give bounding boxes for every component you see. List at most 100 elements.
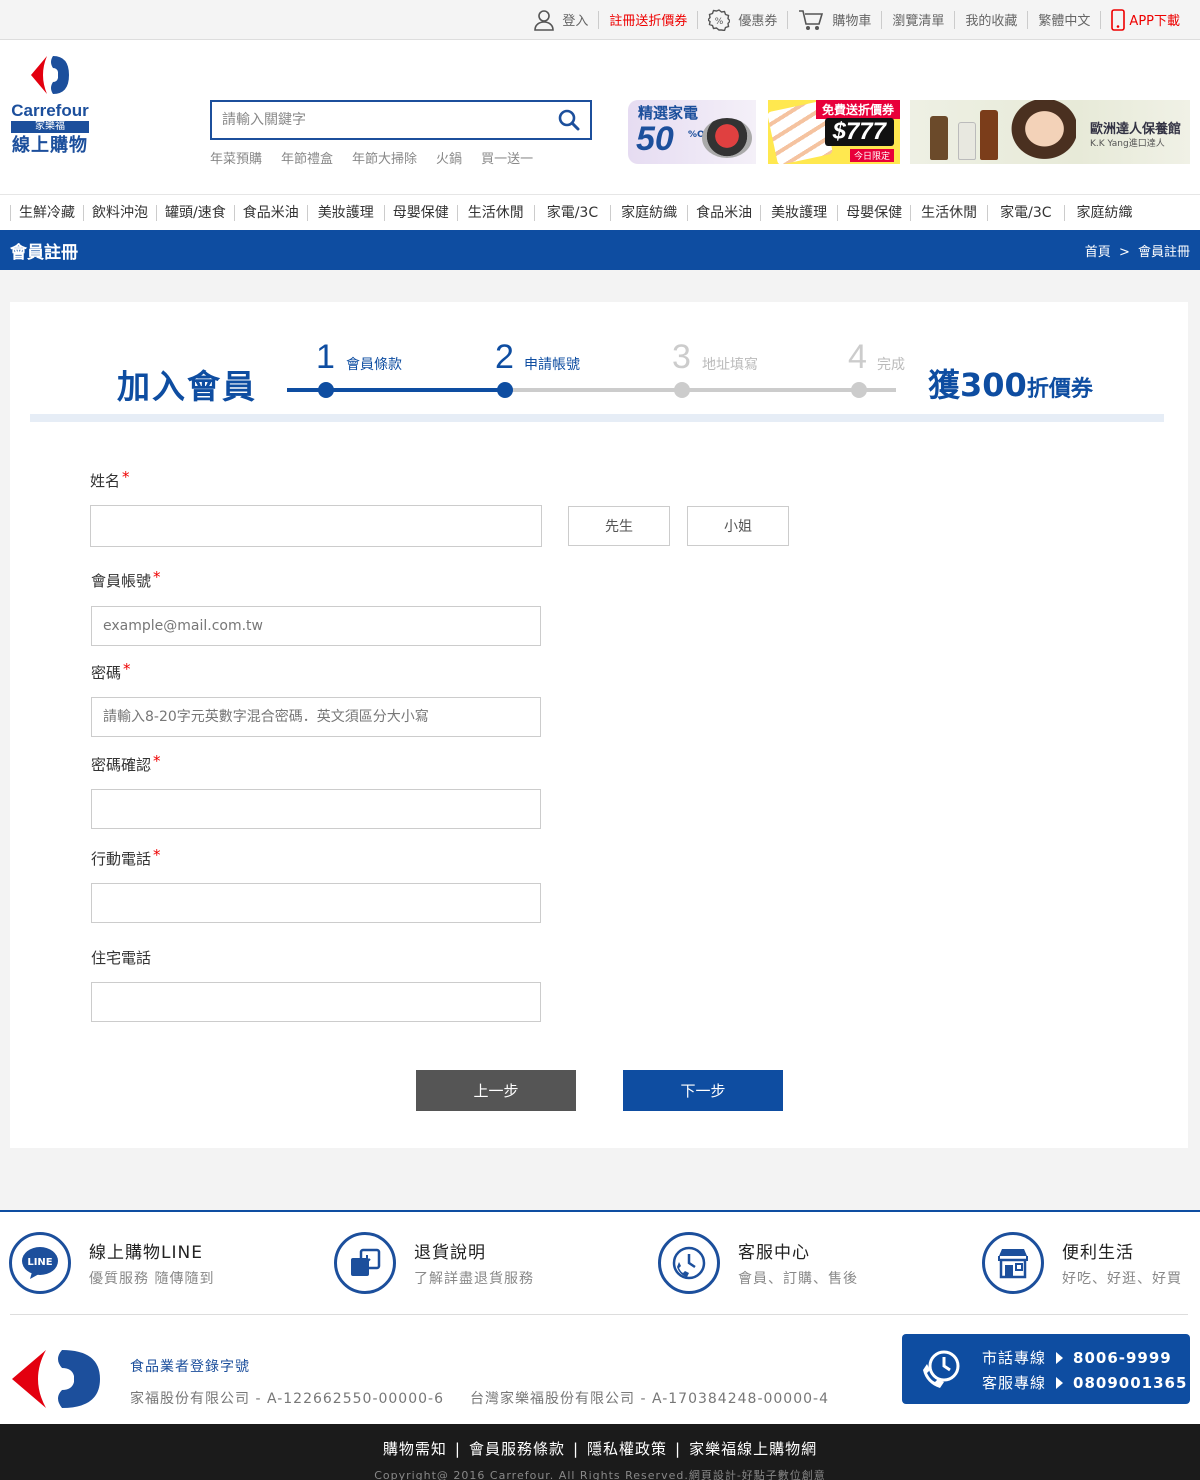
- confirm-password-input[interactable]: [91, 789, 541, 829]
- home-phone-input[interactable]: [91, 982, 541, 1022]
- step-dot-4: [851, 382, 867, 398]
- hot-keyword[interactable]: 火鍋: [436, 148, 462, 167]
- banner-title: 歐洲達人保養館: [1090, 122, 1182, 137]
- service-title: 客服中心: [738, 1243, 810, 1263]
- link-separator: |: [572, 1440, 580, 1458]
- coupons-link[interactable]: % 優惠券: [698, 8, 789, 31]
- banner-subtitle: K.K Yang進口達人: [1090, 139, 1165, 149]
- service-title: 便利生活: [1062, 1243, 1134, 1263]
- breadcrumb-home[interactable]: 首頁: [1085, 245, 1111, 260]
- service-return[interactable]: 退貨說明 了解詳盡退貨服務: [334, 1232, 534, 1294]
- history-link[interactable]: 瀏覽清單: [882, 10, 956, 29]
- mobile-phone-input[interactable]: [91, 883, 541, 923]
- page-title-bar: 會員註冊 首頁 > 會員註冊: [0, 230, 1200, 270]
- carrefour-logo[interactable]: Carrefour 家樂福 線上購物: [10, 54, 90, 157]
- category-item[interactable]: 食品米油: [687, 204, 760, 221]
- footer-link[interactable]: 購物需知: [383, 1440, 447, 1458]
- search-input[interactable]: [212, 102, 548, 138]
- logo-chinese-name: 家樂福: [11, 121, 89, 133]
- account-email-input[interactable]: [91, 606, 541, 646]
- appliance-sale-banner[interactable]: 精選家電 50 %OFF: [628, 100, 756, 164]
- category-item[interactable]: 生鮮冷藏: [10, 204, 83, 221]
- hot-keyword[interactable]: 年節禮盒: [281, 148, 333, 167]
- banner-discount: 50: [636, 120, 674, 158]
- step-progress: 加入會員 1 會員條款 2 申請帳號 3 地址填寫 4 完成 獲300折價券: [20, 302, 1164, 422]
- logo-tagline: 線上購物: [12, 135, 88, 156]
- password-input[interactable]: [91, 697, 541, 737]
- previous-step-button[interactable]: 上一步: [416, 1070, 576, 1111]
- footer-bottom-bar: 購物需知 | 會員服務條款 | 隱私權政策 | 家樂福線上購物網 Copyright@ 20…: [0, 1424, 1200, 1480]
- phone-clock-icon: [920, 1348, 962, 1394]
- gender-ms-button[interactable]: 小姐: [687, 506, 789, 546]
- category-item[interactable]: 家庭紡織: [1063, 204, 1145, 221]
- cart-icon: [798, 9, 824, 31]
- language-link[interactable]: 繁體中文: [1028, 10, 1102, 29]
- site-header: Carrefour 家樂福 線上購物 年菜預購 年節禮盒 年節大掃除 火鍋 買一…: [0, 40, 1200, 194]
- gender-mr-button[interactable]: 先生: [568, 506, 670, 546]
- category-item[interactable]: 家庭紡織: [610, 204, 687, 221]
- top-utility-bar: 登入 註冊送折價券 % 優惠券 購物車 瀏覽清單 我的收藏 繁體中文 APP下載: [0, 0, 1200, 40]
- mobile-label: 行動電話 *: [91, 846, 161, 869]
- coupon-promo-banner[interactable]: 免費送折價券 $777 今日限定: [768, 100, 900, 164]
- hot-keyword[interactable]: 年菜預購: [210, 148, 262, 167]
- category-item[interactable]: 生活休閒: [910, 204, 987, 221]
- required-mark: *: [153, 846, 161, 864]
- user-icon: [534, 9, 555, 31]
- license-line: 家福股份有限公司 - A-122662550-00000-6: [130, 1391, 444, 1407]
- license-line: 台灣家樂福股份有限公司 - A-170384248-00000-4: [470, 1391, 829, 1407]
- category-item[interactable]: 母嬰保健: [383, 204, 457, 221]
- service-subtitle: 會員、訂購、售後: [738, 1271, 858, 1287]
- hotline-box: 市話專線 8006-9999 客服專線 0809001365: [902, 1334, 1190, 1404]
- step-dot-1: [318, 382, 334, 398]
- footer-carrefour-logo[interactable]: [10, 1348, 102, 1414]
- hotline-number[interactable]: 8006-9999: [1073, 1349, 1172, 1367]
- caret-right-icon: [1056, 1351, 1064, 1364]
- hot-keyword[interactable]: 買一送一: [481, 148, 533, 167]
- favorites-link[interactable]: 我的收藏: [955, 10, 1029, 29]
- required-mark: *: [122, 468, 130, 486]
- name-input[interactable]: [90, 505, 542, 547]
- next-step-button[interactable]: 下一步: [623, 1070, 783, 1111]
- hotline-number[interactable]: 0809001365: [1073, 1374, 1187, 1392]
- step-dot-3: [674, 382, 690, 398]
- hotline-service: 客服專線 0809001365: [982, 1372, 1187, 1393]
- reward-unit: 折價券: [1026, 377, 1093, 402]
- app-download-link[interactable]: APP下載: [1101, 8, 1190, 31]
- food-license-info: 食品業者登錄字號 家福股份有限公司 - A-122662550-00000-6 台…: [130, 1356, 855, 1408]
- breadcrumb: 首頁 > 會員註冊: [1085, 241, 1190, 260]
- category-item[interactable]: 生活休閒: [456, 204, 534, 221]
- pan-image: [702, 118, 752, 158]
- service-convenience[interactable]: 便利生活 好吃、好逛、好買: [982, 1232, 1182, 1294]
- category-nav: 生鮮冷藏 飲料沖泡 罐頭/速食 食品米油 美妝護理 母嬰保健 生活休閒 家電/3…: [0, 194, 1200, 230]
- register-promo-label: 註冊送折價券: [609, 14, 688, 29]
- footer-link[interactable]: 隱私權政策: [587, 1440, 667, 1458]
- footer-link[interactable]: 會員服務條款: [469, 1440, 565, 1458]
- register-promo-link[interactable]: 註冊送折價券: [599, 10, 699, 29]
- cart-link[interactable]: 購物車: [788, 9, 883, 31]
- registration-card: 加入會員 1 會員條款 2 申請帳號 3 地址填寫 4 完成 獲300折價券 姓…: [10, 302, 1188, 1148]
- service-customer-center[interactable]: 客服中心 會員、訂購、售後: [658, 1232, 858, 1294]
- category-item[interactable]: 家電/3C: [987, 204, 1063, 221]
- category-item[interactable]: 家電/3C: [533, 204, 610, 221]
- step-divider: [30, 414, 1164, 422]
- home-phone-label: 住宅電話: [91, 949, 152, 967]
- category-item[interactable]: 美妝護理: [306, 204, 384, 221]
- service-line[interactable]: LINE 線上購物LINE 優質服務 隨傳隨到: [9, 1232, 214, 1294]
- footer-links: 購物需知 | 會員服務條款 | 隱私權政策 | 家樂福線上購物網: [0, 1438, 1200, 1459]
- login-link[interactable]: 登入: [524, 9, 600, 31]
- join-member-heading: 加入會員: [117, 367, 257, 406]
- bottle-image: [980, 110, 998, 160]
- skincare-banner[interactable]: 歐洲達人保養館 K.K Yang進口達人: [910, 100, 1190, 164]
- required-mark: *: [153, 568, 161, 586]
- account-label-text: 會員帳號: [91, 572, 152, 590]
- search-button[interactable]: [548, 102, 590, 138]
- link-separator: |: [454, 1440, 461, 1458]
- category-item[interactable]: 美妝護理: [760, 204, 837, 221]
- category-item[interactable]: 食品米油: [233, 204, 307, 221]
- hotline-label: 市話專線: [982, 1349, 1047, 1367]
- hot-keyword[interactable]: 年節大掃除: [352, 148, 417, 167]
- category-item[interactable]: 母嬰保健: [837, 204, 910, 221]
- category-item[interactable]: 飲料沖泡: [83, 204, 156, 221]
- footer-link[interactable]: 家樂福線上購物網: [689, 1440, 817, 1458]
- category-item[interactable]: 罐頭/速食: [156, 204, 234, 221]
